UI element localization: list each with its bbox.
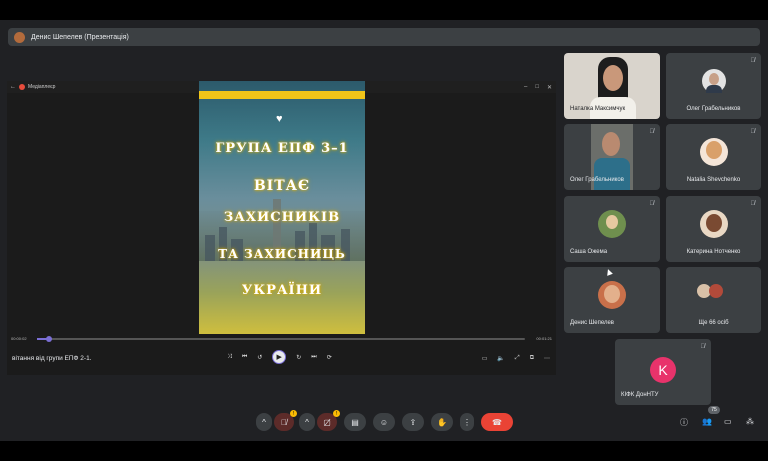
shuffle-icon[interactable]: ⤨ bbox=[227, 354, 232, 361]
raise-hand-button[interactable]: ✋ bbox=[431, 413, 453, 431]
participant-name: Олег Грабельников bbox=[570, 177, 624, 183]
camera-options-button[interactable]: ^ bbox=[299, 413, 315, 431]
participant-tile[interactable]: 🎙̸ Natalia Shevchenko bbox=[666, 124, 761, 190]
fullscreen-icon[interactable]: ⤢ bbox=[515, 355, 520, 362]
participant-name: Катерина Нотченко bbox=[686, 249, 741, 255]
warning-icon: ! bbox=[290, 410, 297, 417]
video-caption: вітання від групи ЕПФ 2-1. bbox=[12, 355, 92, 362]
mic-toggle-button[interactable]: 🎙̸! bbox=[274, 410, 297, 431]
time-current: 00:00:02 bbox=[11, 336, 27, 341]
close-icon[interactable]: ✕ bbox=[547, 84, 552, 91]
presenter-label: Денис Шепелев (Презентація) bbox=[31, 33, 129, 41]
back-arrow-icon[interactable]: ← bbox=[7, 84, 19, 90]
mic-off-icon: 🎙̸ bbox=[649, 129, 655, 135]
camera-toggle-button[interactable]: ▢̸! bbox=[317, 410, 340, 431]
info-icon[interactable]: ⓘ bbox=[680, 417, 688, 428]
end-call-button[interactable]: ☎ bbox=[481, 413, 513, 431]
activities-icon[interactable]: ⁂ bbox=[746, 417, 754, 426]
captions-button[interactable]: ▤ bbox=[344, 413, 366, 431]
more-options-icon[interactable]: ⋯ bbox=[544, 355, 550, 362]
avatar bbox=[709, 284, 723, 298]
maximize-icon[interactable]: □ bbox=[535, 84, 539, 90]
heart-icon: ♥ bbox=[276, 113, 283, 125]
rewind-icon[interactable]: ↺ bbox=[257, 354, 262, 361]
mic-off-icon: 🎙̸ bbox=[750, 201, 756, 207]
video-text-line-1: ГРУПА ЕПФ 3–1 bbox=[215, 141, 349, 156]
video-frame: ♥ ГРУПА ЕПФ 3–1 ВІТАЄ ЗАХИСНИКІВ ТА ЗАХИ… bbox=[199, 81, 365, 375]
video-yellow-stripe bbox=[199, 91, 365, 99]
mic-off-icon: 🎙̸ bbox=[649, 201, 655, 207]
participant-name: Саша Ожема bbox=[570, 249, 608, 255]
present-button[interactable]: ⇪ bbox=[402, 413, 424, 431]
media-player-logo-icon bbox=[19, 84, 25, 90]
mic-off-icon: 🎙̸ bbox=[700, 344, 706, 350]
seek-bar[interactable] bbox=[37, 336, 525, 342]
video-text-line-3: ЗАХИСНИКІВ bbox=[223, 210, 341, 225]
forward-icon[interactable]: ↻ bbox=[296, 354, 301, 361]
play-button[interactable]: ▶ bbox=[272, 350, 287, 364]
shared-media-player: ← Медіаплеєр – □ ✕ ♥ ГРУПА ЕПФ 3–1 ВІТАЄ… bbox=[7, 81, 556, 375]
participant-tile[interactable]: 🎙̸ Катерина Нотченко bbox=[666, 196, 761, 262]
subtitles-icon[interactable]: ▭ bbox=[482, 355, 488, 362]
seek-thumb[interactable] bbox=[46, 336, 53, 342]
participant-name: Олег Грабельников bbox=[686, 106, 741, 112]
video-text-line-4: ТА ЗАХИСНИЦЬ bbox=[218, 247, 346, 261]
warning-icon: ! bbox=[333, 410, 340, 417]
video-text-line-5: УКРАЇНИ bbox=[241, 283, 323, 298]
more-participants-tile[interactable]: Ще 66 осіб bbox=[666, 267, 761, 333]
participant-name: Наталка Максимчук bbox=[570, 106, 626, 112]
time-total: 00:01:21 bbox=[536, 336, 552, 341]
participant-tile[interactable]: 🎙̸ Саша Ожема bbox=[564, 196, 660, 262]
chat-icon[interactable]: ▭ bbox=[724, 417, 732, 426]
more-participants-label: Ще 66 осіб bbox=[698, 320, 729, 326]
more-options-button[interactable]: ⋮ bbox=[460, 413, 474, 431]
mic-off-icon: 🎙̸ bbox=[750, 129, 756, 135]
player-controls: 00:00:02 00:01:21 вітання від групи ЕПФ … bbox=[7, 334, 556, 375]
miniplayer-icon[interactable]: ⧉ bbox=[530, 355, 534, 362]
call-controls: ^ 🎙̸! ^ ▢̸! ▤ ☺ ⇪ ✋ ⋮ ☎ ⓘ 👥 75 ▭ ⁂ bbox=[0, 406, 768, 435]
minimize-icon[interactable]: – bbox=[524, 84, 527, 90]
participant-name: КІФК ДонНТУ bbox=[621, 392, 659, 398]
video-text-line-2: ВІТАЄ bbox=[253, 178, 311, 194]
volume-icon[interactable]: 🔈 bbox=[497, 355, 504, 362]
participant-tile[interactable]: Наталка Максимчук bbox=[564, 53, 660, 119]
participant-count: 75 bbox=[708, 406, 720, 414]
previous-icon[interactable]: ⏮ bbox=[242, 354, 247, 361]
mic-off-icon: 🎙̸ bbox=[750, 58, 756, 64]
next-icon[interactable]: ⏭ bbox=[311, 354, 316, 361]
emoji-button[interactable]: ☺ bbox=[373, 413, 395, 431]
people-icon[interactable]: 👥 bbox=[702, 417, 712, 426]
mic-options-button[interactable]: ^ bbox=[256, 413, 272, 431]
meet-window: Денис Шепелев (Презентація) ← Медіаплеєр… bbox=[0, 20, 768, 441]
repeat-icon[interactable]: ⟳ bbox=[327, 354, 332, 361]
participant-tile[interactable]: 🎙̸ Олег Грабельников bbox=[666, 53, 761, 119]
participant-tile[interactable]: 🎙̸ K КІФК ДонНТУ bbox=[615, 339, 711, 405]
participant-name: Natalia Shevchenko bbox=[686, 177, 741, 183]
avatar: K bbox=[650, 357, 676, 383]
participant-name: Денис Шепелев bbox=[570, 320, 614, 326]
presenter-avatar bbox=[14, 31, 25, 43]
presenter-bar: Денис Шепелев (Презентація) bbox=[8, 28, 760, 46]
participant-tile[interactable]: 🎙̸ Олег Грабельников bbox=[564, 124, 660, 190]
participant-tile[interactable]: Денис Шепелев bbox=[564, 267, 660, 333]
player-app-title: Медіаплеєр bbox=[28, 84, 56, 90]
